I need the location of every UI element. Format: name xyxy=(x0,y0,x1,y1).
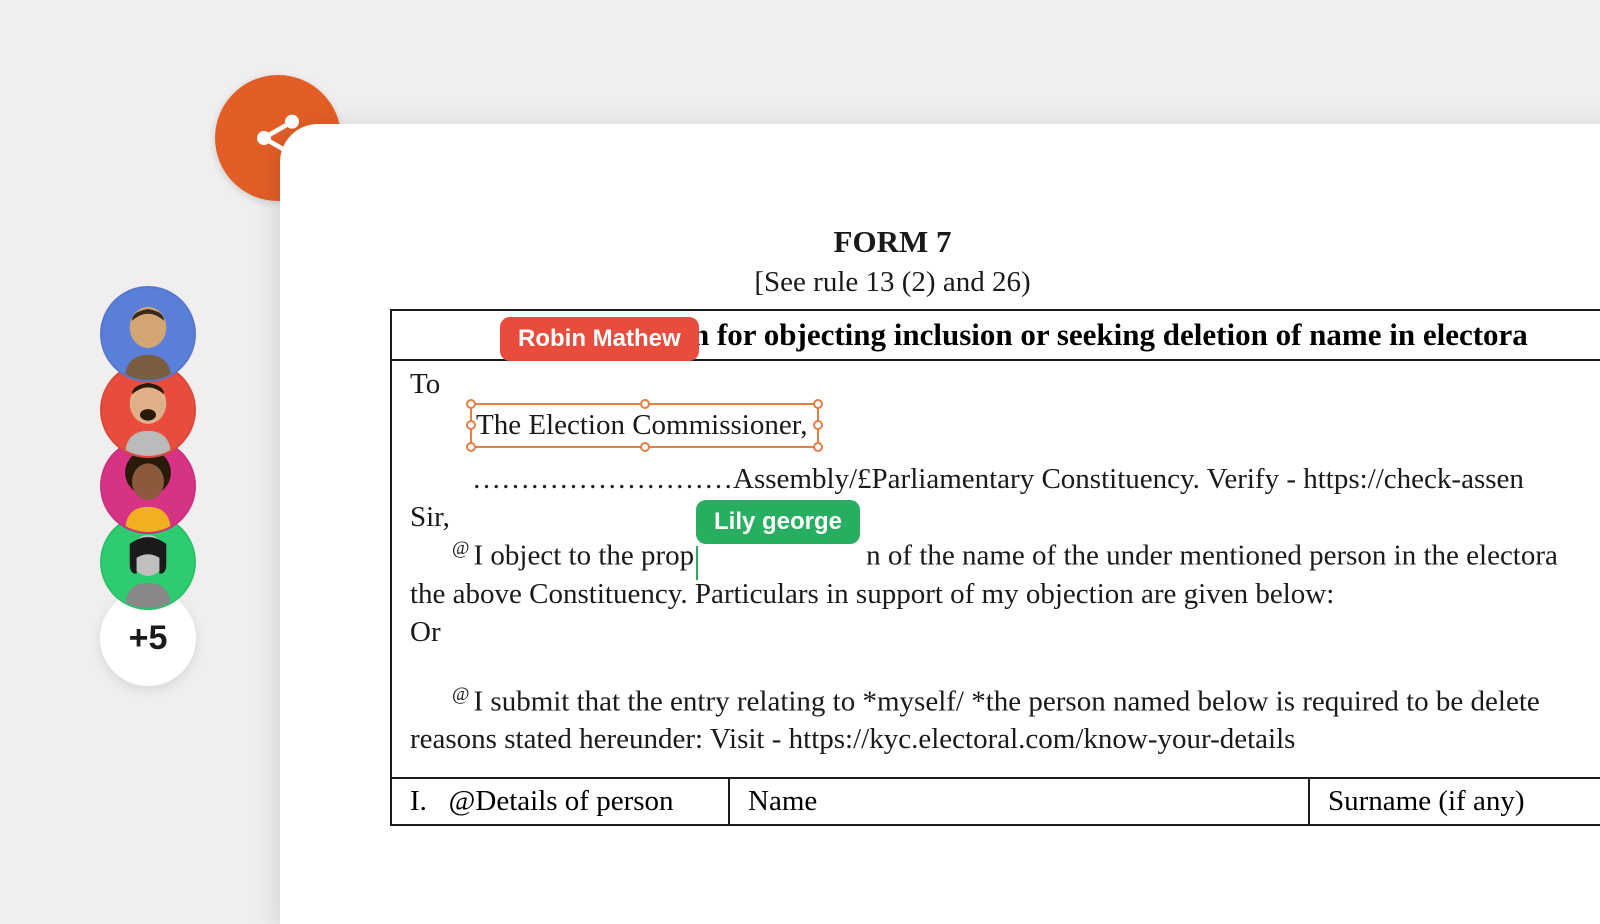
collaborator-avatars: +5 xyxy=(100,286,196,686)
selection-handle[interactable] xyxy=(813,399,823,409)
objection-line-2: the above Constituency. Particulars in s… xyxy=(410,575,1600,613)
collaborator-cursor-lily-caret xyxy=(696,546,698,580)
details-surname-label: Surname (if any) xyxy=(1310,779,1600,824)
selection-handle[interactable] xyxy=(466,420,476,430)
submit-line: I submit that the entry relating to *mys… xyxy=(474,685,1540,717)
selection-handle[interactable] xyxy=(466,442,476,452)
document-page: FORM 7 [See rule 13 (2) and 26) Applicat… xyxy=(280,124,1600,924)
form-table: Application for objecting inclusion or s… xyxy=(390,309,1600,826)
constituency-line: ………………………Assembly/£Parliamentary Constit… xyxy=(410,460,1600,498)
form-subtitle: [See rule 13 (2) and 26) xyxy=(280,266,1505,299)
selected-text-box[interactable]: The Election Commissioner, xyxy=(470,403,819,447)
salutation: Sir, xyxy=(410,498,1600,536)
selection-handle[interactable] xyxy=(813,420,823,430)
selection-handle[interactable] xyxy=(640,442,650,452)
reasons-line: reasons stated hereunder: Visit - https:… xyxy=(410,720,1600,758)
to-label: To xyxy=(410,365,1600,403)
collaborator-avatar-1[interactable] xyxy=(100,286,196,382)
selection-handle[interactable] xyxy=(466,399,476,409)
selection-handle[interactable] xyxy=(640,399,650,409)
recipient-text: The Election Commissioner, xyxy=(476,409,807,441)
objection-pre: I object to the prop xyxy=(474,540,695,572)
form-title: FORM 7 xyxy=(280,224,1505,260)
collaborator-cursor-robin: Robin Mathew xyxy=(500,317,699,361)
or-label: Or xyxy=(410,613,1600,651)
details-name-label: Name xyxy=(730,779,1310,824)
details-row: I. @Details of person Name Surname (if a… xyxy=(392,779,1600,824)
objection-post: n of the name of the under mentioned per… xyxy=(866,540,1558,572)
collaborator-cursor-lily: Lily george xyxy=(696,500,860,544)
form-body[interactable]: To The Election Commissioner, ………………………A… xyxy=(392,361,1600,779)
